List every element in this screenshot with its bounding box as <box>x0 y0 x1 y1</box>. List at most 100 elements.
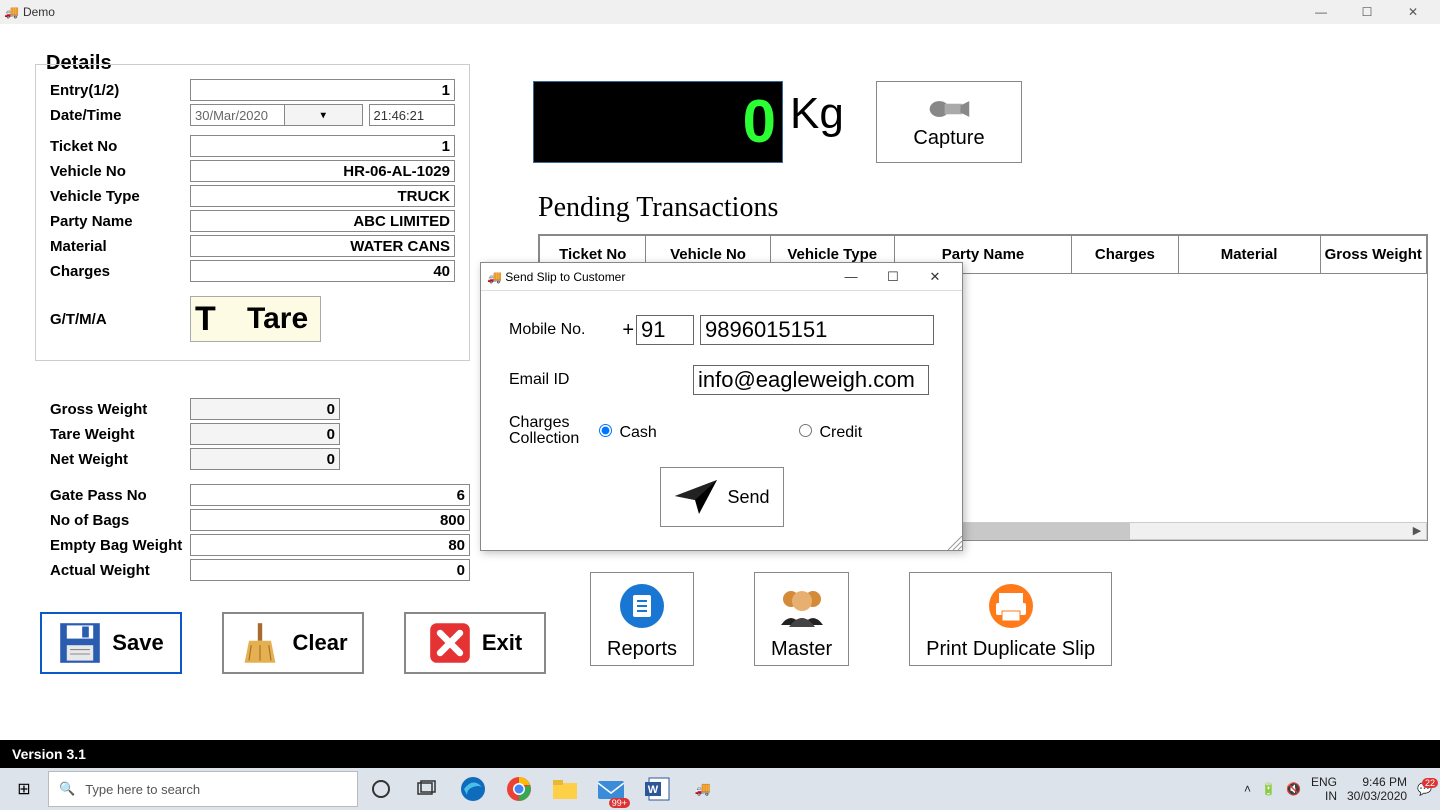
vehicle-type-label: Vehicle Type <box>50 188 190 205</box>
col-charges[interactable]: Charges <box>1072 236 1178 274</box>
mail-taskbar-icon[interactable]: 99+ <box>588 768 634 810</box>
details-panel: Entry(1/2) Date/Time Ticket No Vehicle N… <box>35 64 470 361</box>
clock[interactable]: 9:46 PM30/03/2020 <box>1347 775 1407 804</box>
pending-title: Pending Transactions <box>538 194 778 222</box>
bags-input[interactable] <box>190 509 470 531</box>
gross-weight-input[interactable] <box>190 398 340 420</box>
charges-collection-label: Charges Collection <box>509 415 584 447</box>
email-label: Email ID <box>509 372 649 388</box>
entry-label: Entry(1/2) <box>50 82 190 99</box>
tare-weight-label: Tare Weight <box>50 426 190 443</box>
task-view-button[interactable] <box>404 768 450 810</box>
plus-sign: + <box>622 320 634 340</box>
close-icon <box>428 621 472 665</box>
start-button[interactable]: ⊞ <box>0 779 48 799</box>
bags-label: No of Bags <box>50 512 190 529</box>
datetime-label: Date/Time <box>50 107 190 124</box>
minimize-button[interactable]: — <box>1298 5 1344 19</box>
svg-text:W: W <box>648 784 659 796</box>
material-input[interactable] <box>190 235 455 257</box>
system-tray[interactable]: ˄ 🔋 🔇 ENGIN 9:46 PM30/03/2020 💬22 <box>1244 775 1440 804</box>
vehicle-no-input[interactable] <box>190 160 455 182</box>
reports-icon <box>615 581 669 635</box>
ticket-input[interactable] <box>190 135 455 157</box>
broom-icon <box>238 621 282 665</box>
capture-button[interactable]: Capture <box>876 81 1022 163</box>
window-titlebar: 🚚 Demo — ☐ ✕ <box>0 0 1440 24</box>
taskbar: ⊞ 🔍 Type here to search 99+ W 🚚 ˄ 🔋 🔇 EN… <box>0 768 1440 810</box>
emptybag-input[interactable] <box>190 534 470 556</box>
email-input[interactable] <box>693 365 929 395</box>
save-icon <box>58 621 102 665</box>
search-placeholder: Type here to search <box>85 782 200 797</box>
vehicle-no-label: Vehicle No <box>50 163 190 180</box>
mobile-input[interactable] <box>700 315 934 345</box>
col-gross[interactable]: Gross Weight <box>1320 236 1426 274</box>
save-button[interactable]: Save <box>40 612 182 674</box>
mobile-label: Mobile No. <box>509 322 622 338</box>
language-indicator[interactable]: ENGIN <box>1311 775 1337 804</box>
chrome-taskbar-icon[interactable] <box>496 768 542 810</box>
send-button[interactable]: Send <box>660 467 784 527</box>
truck-icon: 🚚 <box>4 5 19 19</box>
notifications-icon[interactable]: 💬22 <box>1417 782 1432 796</box>
print-duplicate-button[interactable]: Print Duplicate Slip <box>909 572 1112 666</box>
dialog-close-button[interactable]: ✕ <box>914 269 956 285</box>
taskbar-search[interactable]: 🔍 Type here to search <box>48 771 358 807</box>
master-label: Master <box>771 637 832 661</box>
exit-label: Exit <box>482 632 522 654</box>
edge-taskbar-icon[interactable] <box>450 768 496 810</box>
gtma-label: G/T/M/A <box>50 311 190 328</box>
actual-weight-input[interactable] <box>190 559 470 581</box>
mail-badge: 99+ <box>609 798 630 808</box>
dialog-minimize-button[interactable]: — <box>830 269 872 284</box>
weight-display: 0 <box>533 81 783 163</box>
volume-icon[interactable]: 🔇 <box>1286 782 1301 796</box>
col-material[interactable]: Material <box>1178 236 1320 274</box>
send-icon <box>673 478 719 516</box>
time-input[interactable] <box>369 104 456 126</box>
date-input[interactable] <box>190 104 285 126</box>
truck-icon: 🚚 <box>487 270 502 284</box>
tare-weight-input[interactable] <box>190 423 340 445</box>
dialog-maximize-button[interactable]: ☐ <box>872 269 914 285</box>
print-icon <box>984 581 1038 635</box>
tare-letter: T <box>191 302 227 336</box>
send-label: Send <box>727 488 769 506</box>
resize-grip-icon[interactable] <box>948 536 962 550</box>
dialog-titlebar: 🚚 Send Slip to Customer — ☐ ✕ <box>481 263 962 291</box>
gatepass-input[interactable] <box>190 484 470 506</box>
tray-chevron-icon[interactable]: ˄ <box>1244 782 1251 796</box>
master-button[interactable]: Master <box>754 572 849 666</box>
battery-icon[interactable]: 🔋 <box>1261 782 1276 796</box>
charges-input[interactable] <box>190 260 455 282</box>
word-taskbar-icon[interactable]: W <box>634 768 680 810</box>
close-button[interactable]: ✕ <box>1390 5 1436 19</box>
vehicle-type-input[interactable] <box>190 185 455 207</box>
credit-radio[interactable]: Credit <box>794 421 934 441</box>
reports-button[interactable]: Reports <box>590 572 694 666</box>
explorer-taskbar-icon[interactable] <box>542 768 588 810</box>
weight-unit: Kg <box>790 92 844 136</box>
gross-weight-label: Gross Weight <box>50 401 190 418</box>
cash-radio[interactable]: Cash <box>594 421 734 441</box>
maximize-button[interactable]: ☐ <box>1344 5 1390 19</box>
actual-weight-label: Actual Weight <box>50 562 190 579</box>
clear-button[interactable]: Clear <box>222 612 364 674</box>
search-icon: 🔍 <box>59 781 75 797</box>
window-title: Demo <box>23 5 55 19</box>
net-weight-input[interactable] <box>190 448 340 470</box>
camera-icon <box>927 95 971 123</box>
tare-indicator: T Tare <box>190 296 321 342</box>
country-code-input[interactable] <box>636 315 694 345</box>
app-taskbar-icon[interactable]: 🚚 <box>680 768 726 810</box>
entry-input[interactable] <box>190 79 455 101</box>
exit-button[interactable]: Exit <box>404 612 546 674</box>
date-dropdown-icon[interactable] <box>285 104 363 126</box>
gatepass-label: Gate Pass No <box>50 487 190 504</box>
weight-value: 0 <box>743 92 776 152</box>
party-input[interactable] <box>190 210 455 232</box>
dialog-title: Send Slip to Customer <box>505 270 625 284</box>
cortana-button[interactable] <box>358 768 404 810</box>
send-slip-dialog: 🚚 Send Slip to Customer — ☐ ✕ Mobile No.… <box>480 262 963 551</box>
